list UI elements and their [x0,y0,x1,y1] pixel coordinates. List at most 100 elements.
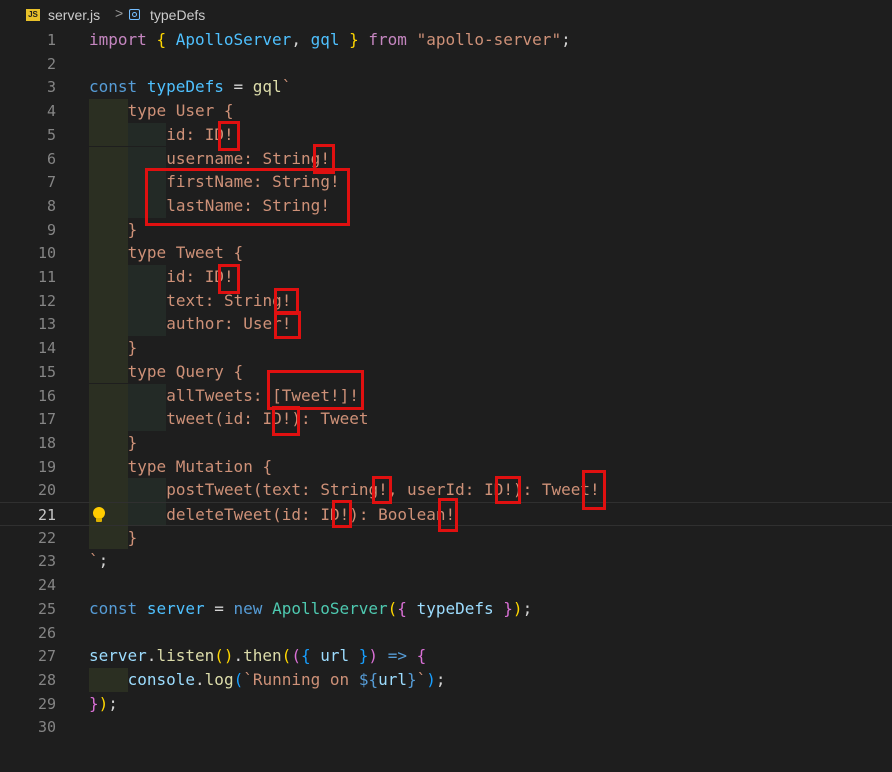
code-token: url [320,646,350,666]
line-number: 23 [37,552,56,571]
breadcrumb: JS server.js > typeDefs [0,0,892,28]
code-token: gql [252,77,282,97]
code-token: `Running on [243,669,359,689]
annotation-highlight-box [274,311,301,339]
indent-guide [89,312,128,337]
code-text: } [128,433,138,452]
indent-guide [89,288,128,313]
code-line-24[interactable]: 24 [0,573,892,597]
code-text: }); [89,694,118,713]
code-line-18[interactable]: 18} [0,430,892,455]
code-line-17[interactable]: 17 tweet(id: ID!): Tweet [0,407,892,431]
code-line-25[interactable]: 25 const server = new ApolloServer({ type… [0,597,892,621]
code-token: ; [98,551,109,571]
indent-guide [89,146,128,171]
lightbulb-icon[interactable] [93,507,105,522]
code-token: . [195,669,205,689]
code-text: type Query { [128,362,244,381]
line-number: 6 [46,149,56,168]
code-line-29[interactable]: 29}); [0,692,892,716]
line-number: 5 [46,125,56,144]
code-line-8[interactable]: 8 lastName: String! [0,193,892,218]
code-line-11[interactable]: 11 id: ID! [0,265,892,289]
breadcrumb-symbol[interactable]: typeDefs [150,7,205,23]
code-text: type User { [128,101,234,120]
indent-guide [127,146,167,171]
code-token: . [233,646,244,666]
code-line-7[interactable]: 7 firstName: String! [0,170,892,194]
code-line-27[interactable]: 27 server.listen().then(({ url }) => { [0,644,892,668]
code-token: } [127,219,138,239]
code-token: "apollo-server" [416,30,562,49]
code-token: then [243,646,282,666]
code-token: } [406,669,417,689]
code-token: deleteTweet(id: ID!): Boolean! [166,505,456,524]
code-line-3[interactable]: 3 const typeDefs = gql` [0,75,892,99]
code-line-28[interactable]: 28 console.log(`Running on ${url}`); [0,667,892,692]
annotation-highlight-box [218,264,240,294]
indent-guide [127,288,167,313]
indent-guide [89,217,128,242]
breadcrumb-file[interactable]: server.js [48,7,100,23]
code-token: } [127,338,138,358]
code-token: ( [233,669,244,689]
line-number: 25 [37,599,56,618]
indent-guide [127,312,167,337]
indent-guide [89,265,128,289]
code-line-14[interactable]: 14} [0,336,892,360]
code-editor[interactable]: 1 import { ApolloServer, gql } from "apol… [0,28,892,772]
code-token: ) [426,669,436,689]
indent-guide [127,503,167,525]
code-text: const server = new ApolloServer({ typeDe… [89,599,532,618]
code-line-12[interactable]: 12 text: String! [0,288,892,313]
code-token: typeDefs [416,598,494,618]
code-token: ( [291,646,301,666]
code-line-19[interactable]: 19 type Mutation { [0,454,892,479]
code-token: . [146,646,157,666]
code-line-15[interactable]: 15 type Query { [0,359,892,384]
code-line-26[interactable]: 26 [0,621,892,645]
code-token: ) [512,598,523,618]
code-line-4[interactable]: 4 type User { [0,99,892,123]
code-line-10[interactable]: 10 type Tweet { [0,241,892,265]
code-line-2[interactable]: 2 [0,52,892,76]
code-text: } [128,220,138,239]
indent-guide [127,265,167,289]
code-token: ( [281,646,292,666]
code-line-13[interactable]: 13 author: User! [0,312,892,337]
indent-guide [89,122,128,147]
code-token: log [204,669,234,689]
line-number: 21 [37,506,56,524]
code-line-1[interactable]: 1 import { ApolloServer, gql } from "apol… [0,28,892,52]
code-text: type Mutation { [128,457,273,476]
line-number: 24 [37,576,56,595]
code-token: ApolloServer [272,598,388,618]
code-token: = [223,77,253,97]
code-text: } [128,338,138,357]
code-token: => [387,646,407,666]
code-token: ` [281,77,292,97]
code-line-23[interactable]: 23 `; [0,549,892,573]
line-number: 18 [37,433,56,452]
annotation-highlight-box [582,470,606,510]
line-number: 20 [37,481,56,500]
code-line-6[interactable]: 6 username: String! [0,146,892,171]
code-line-9[interactable]: 9} [0,217,892,242]
indent-guide [89,383,128,408]
line-number: 11 [37,268,56,286]
line-number: 16 [37,386,56,405]
code-line-30[interactable]: 30 [0,715,892,739]
code-token: } [503,598,513,618]
code-line-5[interactable]: 5 id: ID! [0,122,892,147]
code-text: import { ApolloServer, gql } from "apoll… [89,30,571,49]
code-line-16[interactable]: 16 allTweets: [Tweet!]! [0,383,892,408]
code-token: gql [310,30,340,49]
code-token: ApolloServer [175,30,292,49]
indent-guide [89,336,128,360]
code-token: server [89,646,147,666]
code-text: tweet(id: ID!): Tweet [166,409,368,428]
